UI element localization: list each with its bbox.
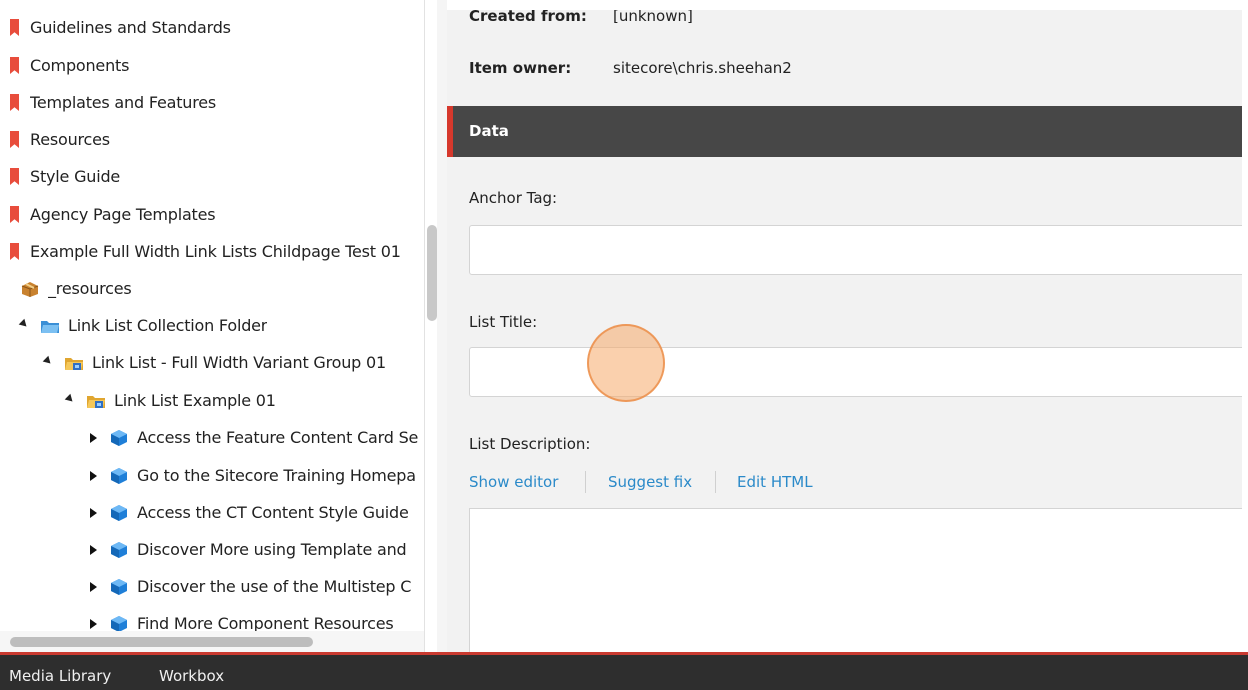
tree-item-label: Style Guide — [30, 167, 121, 186]
cube-icon — [109, 504, 129, 522]
bookmark-icon — [10, 168, 19, 185]
tree-item-label: Go to the Sitecore Training Homepa — [137, 466, 416, 485]
cube-icon — [109, 429, 129, 447]
tree-item-link-list-collection-folder[interactable]: Link List Collection Folder — [18, 307, 268, 344]
panel-divider — [437, 0, 447, 652]
collapse-arrow-icon[interactable] — [64, 393, 76, 405]
cube-icon — [109, 578, 129, 596]
data-section-header[interactable]: Data — [447, 106, 1242, 157]
bookmark-icon — [10, 57, 19, 74]
tree-item-resources-folder[interactable]: _resources — [20, 270, 132, 307]
list-title-label: List Title: — [469, 313, 538, 331]
tree-item-label: Link List - Full Width Variant Group 01 — [92, 353, 386, 372]
expand-arrow-icon[interactable] — [90, 618, 97, 629]
list-description-editor[interactable] — [469, 508, 1242, 652]
expand-arrow-icon[interactable] — [90, 581, 97, 592]
folder-icon — [40, 317, 60, 335]
link-separator — [585, 471, 586, 493]
package-icon — [20, 280, 40, 298]
item-editor-panel: Created from: [unknown] Item owner: site… — [447, 10, 1242, 652]
tree-item-resources[interactable]: Resources — [10, 121, 110, 158]
bookmark-icon — [10, 206, 19, 223]
collapse-arrow-icon[interactable] — [18, 318, 30, 330]
expand-arrow-icon[interactable] — [90, 470, 97, 481]
expand-arrow-icon[interactable] — [90, 544, 97, 555]
tree-item-label: Agency Page Templates — [30, 205, 216, 224]
list-title-input[interactable] — [469, 347, 1242, 397]
tree-item-label: Resources — [30, 130, 110, 149]
folder-group-icon — [64, 354, 84, 372]
media-library-tab[interactable]: Media Library — [9, 667, 111, 685]
tree-item-link-child[interactable]: Discover the use of the Multistep C — [90, 568, 424, 605]
tree-item-link-child[interactable]: Access the CT Content Style Guide — [90, 494, 424, 531]
click-indicator — [587, 324, 665, 402]
bookmark-icon — [10, 243, 19, 260]
tree-item-label: Guidelines and Standards — [30, 18, 231, 37]
expand-arrow-icon[interactable] — [90, 432, 97, 443]
cube-icon — [109, 467, 129, 485]
section-title: Data — [469, 122, 509, 140]
tree-item-guidelines-and-standards[interactable]: Guidelines and Standards — [10, 9, 231, 46]
tree-item-example-full-width-link-lists[interactable]: Example Full Width Link Lists Childpage … — [10, 233, 401, 270]
tree-vertical-scrollbar[interactable] — [427, 225, 437, 321]
expand-arrow-icon[interactable] — [90, 507, 97, 518]
tree-item-link-child[interactable]: Access the Feature Content Card Se — [90, 419, 424, 456]
tree-item-label: Access the CT Content Style Guide — [137, 503, 409, 522]
tree-horizontal-scrollbar[interactable] — [10, 637, 313, 647]
content-tree-panel: Guidelines and Standards Components Temp… — [0, 0, 425, 652]
item-owner-label: Item owner: — [469, 59, 572, 77]
folder-group-icon — [86, 392, 106, 410]
cube-icon — [109, 541, 129, 559]
tree-item-label: Components — [30, 56, 130, 75]
collapse-arrow-icon[interactable] — [42, 355, 54, 367]
bottom-taskbar: Media Library Workbox — [0, 655, 1248, 690]
anchor-tag-input[interactable] — [469, 225, 1242, 275]
bookmark-icon — [10, 131, 19, 148]
tree-item-label: Access the Feature Content Card Se — [137, 428, 419, 447]
link-separator — [715, 471, 716, 493]
tree-item-link-child[interactable]: Go to the Sitecore Training Homepa — [90, 457, 424, 494]
tree-item-label: Templates and Features — [30, 93, 217, 112]
tree-item-link-child[interactable]: Discover More using Template and — [90, 531, 424, 568]
tree-item-label: Discover More using Template and — [137, 540, 407, 559]
created-from-value: [unknown] — [613, 10, 693, 25]
tree-item-label: Link List Collection Folder — [68, 316, 268, 335]
tree-item-agency-page-templates[interactable]: Agency Page Templates — [10, 196, 215, 233]
tree-item-label: Example Full Width Link Lists Childpage … — [30, 242, 401, 261]
section-accent-bar — [447, 106, 453, 157]
created-from-label: Created from: — [469, 10, 587, 25]
workbox-tab[interactable]: Workbox — [159, 667, 224, 685]
tree-item-label: _resources — [48, 279, 132, 298]
tree-item-link-list-example-01[interactable]: Link List Example 01 — [64, 382, 276, 419]
tree-item-templates-and-features[interactable]: Templates and Features — [10, 84, 216, 121]
bookmark-icon — [10, 19, 19, 36]
tree-item-style-guide[interactable]: Style Guide — [10, 158, 120, 195]
tree-item-components[interactable]: Components — [10, 47, 129, 84]
suggest-fix-link[interactable]: Suggest fix — [608, 473, 692, 491]
cube-icon — [109, 615, 129, 633]
bookmark-icon — [10, 94, 19, 111]
edit-html-link[interactable]: Edit HTML — [737, 473, 813, 491]
list-description-label: List Description: — [469, 435, 591, 453]
show-editor-link[interactable]: Show editor — [469, 473, 558, 491]
tree-item-label: Discover the use of the Multistep C — [137, 577, 412, 596]
tree-item-label: Link List Example 01 — [114, 391, 276, 410]
anchor-tag-label: Anchor Tag: — [469, 189, 558, 207]
tree-item-link-list-variant-group[interactable]: Link List - Full Width Variant Group 01 — [42, 344, 386, 381]
item-owner-value: sitecore\chris.sheehan2 — [613, 59, 792, 77]
